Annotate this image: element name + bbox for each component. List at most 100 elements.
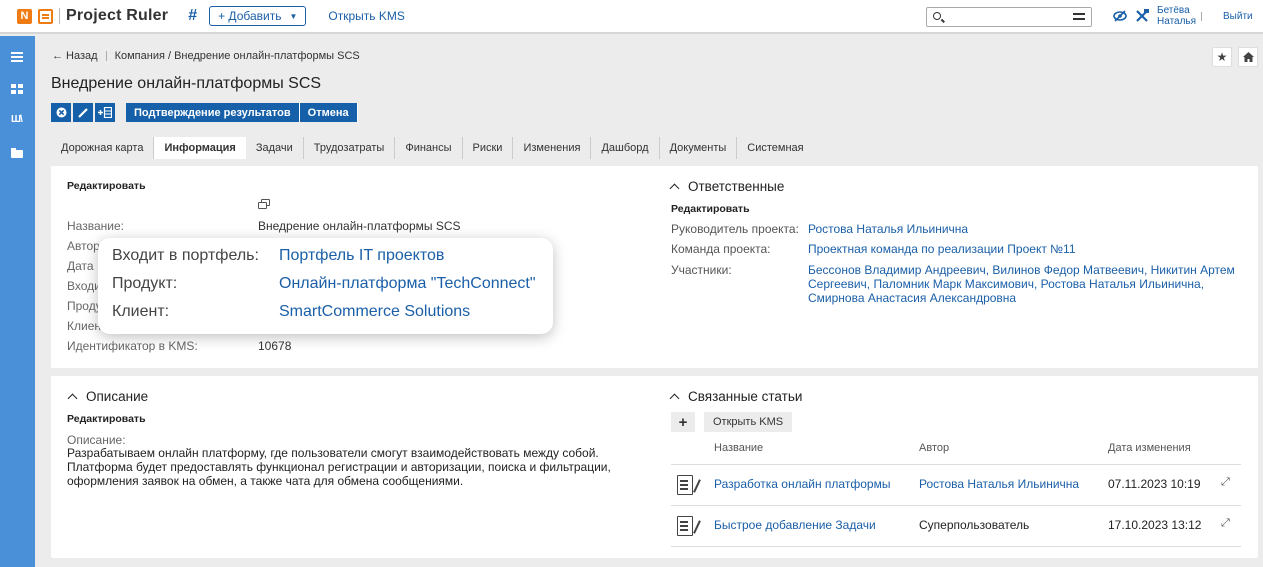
tab-risks[interactable]: Риски [463,137,514,159]
table-row[interactable]: Быстрое добавление Задачи Суперпользоват… [671,506,1241,546]
add-article-button[interactable]: + [671,412,695,432]
page-title: Внедрение онлайн-платформы SCS [51,75,322,92]
popup-product-value[interactable]: Онлайн-платформа "TechConnect" [279,275,536,293]
breadcrumb-path[interactable]: Компания / Внедрение онлайн-платформы SC… [115,50,360,62]
folder-icon[interactable] [11,148,23,158]
tab-info[interactable]: Информация [154,137,246,159]
responsible-edit-link[interactable]: Редактировать [671,203,750,215]
description-card: Описание Редактировать Описание: Разраба… [51,376,1258,558]
tab-tasks[interactable]: Задачи [246,137,304,159]
breadcrumb: ← Назад Компания / Внедрение онлайн-плат… [52,50,360,62]
user-second-line: Наталья [1157,16,1197,27]
field-date-label: Дата [67,259,94,273]
user-divider [1201,12,1202,21]
article-author[interactable]: Ростова Наталья Ильинична [919,477,1079,491]
hash-icon[interactable]: # [188,7,197,25]
table-divider [671,546,1241,547]
info-edit-link[interactable]: Редактировать [67,180,146,192]
star-icon[interactable]: ★ [1212,47,1232,67]
tab-changes[interactable]: Изменения [513,137,592,159]
chevron-up-icon [669,183,680,194]
popup-client-label: Клиент: [112,303,170,320]
tab-bar: Дорожная карта Информация Задачи Трудоза… [51,137,814,159]
members-value[interactable]: Бессонов Владимир Андреевич, Вилинов Фед… [808,263,1238,305]
field-portfolio-label: Входи [67,279,101,293]
chevron-down-icon: ▼ [289,11,298,21]
add-button[interactable]: + Добавить ▼ [209,6,307,26]
tab-dashboard[interactable]: Дашборд [591,137,660,159]
unlink-icon[interactable]: ⤢ [1221,476,1230,489]
chevron-up-icon [67,393,78,404]
library-icon[interactable]: Ш\ [11,114,23,125]
members-label: Участники: [671,263,732,277]
user-first-line: Бетёва [1157,5,1190,16]
chevron-up-icon [669,393,680,404]
eye-off-icon[interactable] [1113,10,1127,22]
logo-icon[interactable]: N [17,8,32,24]
popup-portfolio-value[interactable]: Портфель IT проектов [279,247,444,265]
popup-portfolio-label: Входит в портфель: [112,247,259,264]
articles-title: Связанные статьи [688,389,803,404]
article-name[interactable]: Быстрое добавление Задачи [714,518,876,532]
app-switcher-icon[interactable] [38,8,53,24]
articles-header[interactable]: Связанные статьи [669,389,803,404]
confirm-results-button[interactable]: Подтверждение результатов [126,103,300,122]
field-name-label: Название: [67,219,124,233]
team-value[interactable]: Проектная команда по реализации Проект №… [808,242,1238,256]
action-toolbar: Подтверждение результатов Отмена [51,103,358,122]
tab-labor[interactable]: Трудозатраты [304,137,396,159]
field-name-value: Внедрение онлайн-платформы SCS [258,219,461,233]
search-input[interactable] [926,7,1092,27]
add-button-label: + Добавить [218,9,282,23]
brand-name[interactable]: Project Ruler [66,7,168,25]
cancel-button[interactable]: Отмена [299,103,358,122]
close-project-button[interactable] [51,103,71,122]
responsible-header[interactable]: Ответственные [669,179,784,194]
document-icon [677,516,693,536]
description-header[interactable]: Описание [67,389,149,404]
copy-icon[interactable] [258,199,271,210]
tab-documents[interactable]: Документы [660,137,738,159]
article-name[interactable]: Разработка онлайн платформы [714,477,890,491]
tab-finance[interactable]: Финансы [395,137,463,159]
info-popup: Входит в портфель: Портфель IT проектов … [98,238,553,334]
back-link[interactable]: ← Назад [52,50,98,62]
field-kms-id-label: Идентификатор в KMS: [67,339,198,353]
table-row[interactable]: Разработка онлайн платформы Ростова Ната… [671,465,1241,505]
popup-portfolio-row: Входит в портфель: Портфель IT проектов [112,247,444,265]
edit-button[interactable] [73,103,93,122]
breadcrumb-divider [105,51,107,61]
filter-icon[interactable] [1073,13,1085,15]
manager-label: Руководитель проекта: [671,222,799,236]
popup-client-row: Клиент: SmartCommerce Solutions [112,303,470,321]
popup-product-row: Продукт: Онлайн-платформа "TechConnect" [112,275,536,293]
home-icon[interactable] [1238,47,1258,67]
search-icon [933,12,941,20]
article-date: 17.10.2023 13:12 [1108,518,1202,532]
sidebar: Ш\ [0,36,35,567]
field-author-label: Автор [67,239,100,253]
field-product-label: Проду [67,299,102,313]
menu-icon[interactable] [11,52,23,62]
logout-link[interactable]: Выйти [1223,11,1253,22]
team-label: Команда проекта: [671,242,771,256]
open-kms-link[interactable]: Открыть KMS [328,9,404,23]
manager-value[interactable]: Ростова Наталья Ильинична [808,222,1238,236]
column-header-name[interactable]: Название [714,442,763,454]
description-title: Описание [86,389,149,404]
tab-roadmap[interactable]: Дорожная карта [51,137,155,159]
description-edit-link[interactable]: Редактировать [67,413,146,425]
column-header-author[interactable]: Автор [919,442,949,454]
user-name[interactable]: Бетёва Наталья [1157,5,1196,27]
column-header-date[interactable]: Дата изменения [1108,442,1191,454]
field-kms-id-value: 10678 [258,339,292,353]
description-text: Разрабатываем онлайн платформу, где поль… [67,446,611,488]
tab-system[interactable]: Системная [737,137,813,159]
open-kms-button[interactable]: Открыть KMS [704,412,793,432]
add-subitem-button[interactable] [95,103,115,122]
popup-client-value[interactable]: SmartCommerce Solutions [279,303,470,321]
field-client-label: Клиен [67,319,101,333]
tools-icon[interactable] [1135,9,1149,26]
unlink-icon[interactable]: ⤢ [1221,517,1230,530]
dashboard-icon[interactable] [11,84,23,94]
